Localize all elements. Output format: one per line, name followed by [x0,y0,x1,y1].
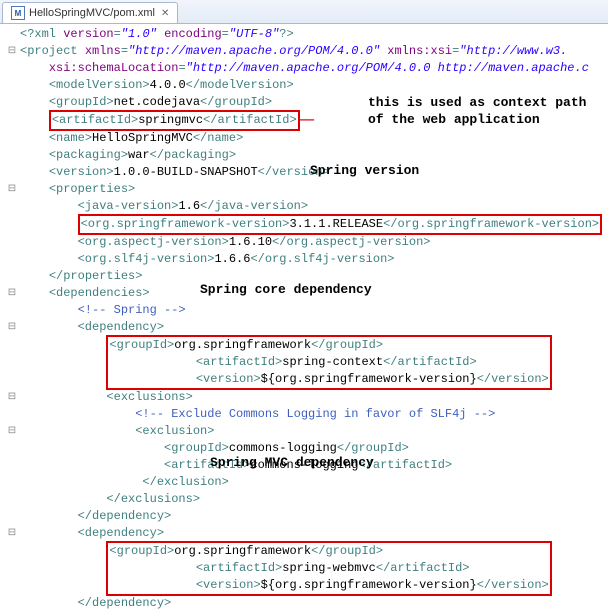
fold-icon[interactable]: ⊟ [4,423,20,440]
fold-icon[interactable]: ⊟ [4,43,20,60]
highlight-mvc-dep: <groupId>org.springframework</groupId> <… [106,541,551,596]
fold-icon[interactable]: ⊟ [4,319,20,336]
file-tab[interactable]: M HelloSpringMVC/pom.xml ✕ [2,2,178,23]
annotation-core-dep: Spring core dependency [200,281,372,298]
xml-editor[interactable]: this is used as context path of the web … [0,24,608,614]
annotation-context-2: of the web application [368,111,540,128]
fold-icon[interactable]: ⊟ [4,525,20,542]
highlight-core-dep: <groupId>org.springframework</groupId> <… [106,335,551,390]
annotation-mvc-dep: Spring MVC dependency [210,454,374,471]
highlight-artifactid: <artifactId>springmvc</artifactId> [49,110,300,131]
close-icon[interactable]: ✕ [161,8,169,19]
fold-icon[interactable]: ⊟ [4,389,20,406]
fold-icon[interactable]: ⊟ [4,181,20,198]
tab-title: HelloSpringMVC/pom.xml [29,7,155,19]
fold-icon[interactable]: ⊟ [4,285,20,302]
annotation-context-1: this is used as context path [368,94,586,111]
tab-bar: M HelloSpringMVC/pom.xml ✕ [0,0,608,24]
maven-file-icon: M [11,6,25,20]
highlight-spring-version: <org.springframework-version>3.1.1.RELEA… [78,214,603,235]
annotation-spring-version: Spring version [310,162,419,179]
